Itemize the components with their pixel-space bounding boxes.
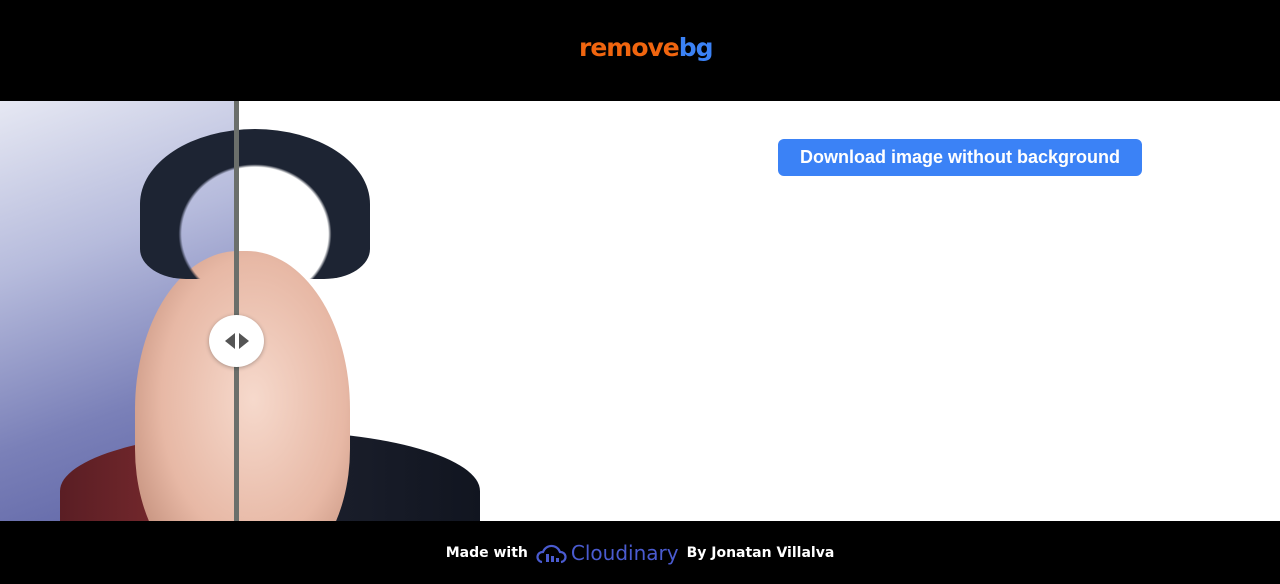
arrow-right-icon <box>238 333 249 349</box>
author-text: By Jonatan Villalva <box>686 544 835 561</box>
main: Download image without background <box>0 101 1280 521</box>
cloudinary-link[interactable]: Cloudinary <box>536 541 679 565</box>
made-with-text: Made with <box>445 544 528 561</box>
footer: Made with Cloudinary By Jonatan Villalva <box>0 521 1280 584</box>
image-comparison[interactable] <box>0 101 480 521</box>
logo[interactable]: removebg <box>579 33 714 62</box>
cloudinary-cloud-icon <box>536 544 567 563</box>
download-button[interactable]: Download image without background <box>778 139 1142 176</box>
comparison-slider-handle[interactable] <box>209 315 264 367</box>
subject-hair <box>140 129 370 279</box>
arrow-left-icon <box>224 333 235 349</box>
header: removebg <box>0 0 1280 101</box>
comparison-slider-line[interactable] <box>234 101 239 521</box>
